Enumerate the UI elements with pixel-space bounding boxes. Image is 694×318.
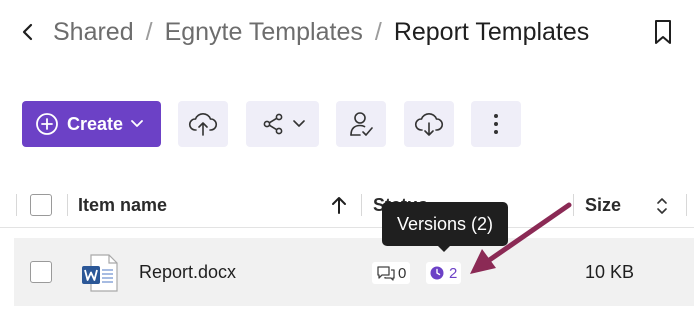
- download-button[interactable]: [404, 101, 454, 147]
- select-all-checkbox[interactable]: [30, 194, 52, 216]
- versions-tooltip: Versions (2): [382, 202, 508, 246]
- more-vertical-icon: [494, 114, 498, 134]
- file-size: 10 KB: [585, 262, 635, 282]
- header: Shared / Egnyte Templates / Report Templ…: [0, 0, 694, 64]
- comments-count: 0: [398, 264, 407, 282]
- column-header-item-name[interactable]: Item name: [78, 195, 167, 216]
- versions-badge[interactable]: 2: [426, 262, 462, 284]
- sort-ascending-button[interactable]: [328, 194, 350, 216]
- tooltip-text: Versions (2): [396, 213, 494, 234]
- column-divider: [16, 194, 17, 216]
- sort-icon: [657, 198, 667, 214]
- back-button[interactable]: [16, 18, 40, 46]
- share-button[interactable]: [246, 101, 319, 147]
- chevron-down-icon: [131, 120, 143, 127]
- sort-size-button[interactable]: [654, 194, 670, 218]
- chevron-down-icon: [292, 120, 305, 127]
- upload-button[interactable]: [178, 101, 228, 147]
- bookmark-icon: [655, 20, 671, 44]
- column-header-size[interactable]: Size: [585, 195, 621, 216]
- breadcrumb: Shared / Egnyte Templates / Report Templ…: [53, 14, 589, 50]
- arrow-up-icon: [332, 197, 346, 214]
- table-header: Item name Status Size: [0, 182, 694, 228]
- breadcrumb-separator: /: [145, 17, 153, 46]
- download-icon: [414, 113, 444, 136]
- column-divider: [361, 194, 362, 216]
- assign-task-button[interactable]: [336, 101, 386, 147]
- page-title: Report Templates: [393, 17, 590, 46]
- versions-count: 2: [449, 264, 458, 282]
- create-button[interactable]: Create: [22, 101, 161, 147]
- chevron-left-icon: [22, 23, 33, 41]
- column-divider: [67, 194, 68, 216]
- row-checkbox[interactable]: [30, 261, 52, 283]
- more-actions-button[interactable]: [471, 101, 521, 147]
- breadcrumb-separator: /: [374, 17, 382, 46]
- column-divider: [686, 194, 687, 216]
- share-icon: [263, 113, 282, 135]
- breadcrumb-item-egnyte-templates[interactable]: Egnyte Templates: [165, 18, 363, 47]
- tooltip-pointer: [437, 245, 451, 252]
- word-doc-icon: [82, 254, 118, 292]
- column-divider: [573, 194, 574, 216]
- comment-icon: [377, 266, 395, 281]
- breadcrumb-item-shared[interactable]: Shared: [53, 18, 134, 47]
- plus-circle-icon: [36, 113, 58, 135]
- clock-icon: [430, 266, 444, 280]
- upload-icon: [188, 113, 218, 136]
- user-check-icon: [350, 112, 373, 136]
- file-name[interactable]: Report.docx: [139, 262, 236, 283]
- comments-badge[interactable]: 0: [372, 262, 411, 284]
- create-button-label: Create: [67, 113, 124, 134]
- bookmark-button[interactable]: [651, 17, 675, 47]
